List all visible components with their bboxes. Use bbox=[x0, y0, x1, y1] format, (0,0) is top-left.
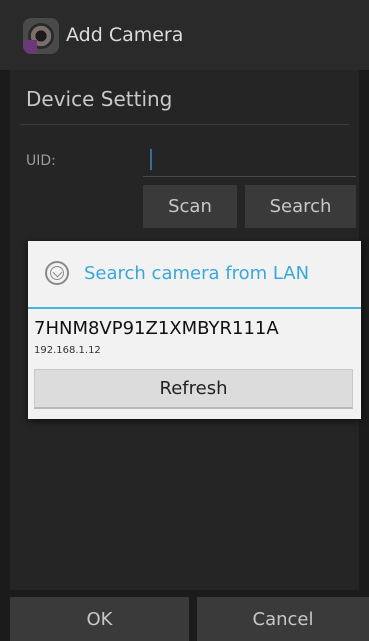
uid-input[interactable] bbox=[143, 145, 356, 177]
panel-divider bbox=[20, 124, 349, 125]
dialog-header: Search camera from LAN bbox=[28, 241, 361, 307]
camera-app-icon bbox=[23, 18, 59, 54]
device-uid: 7HNM8VP91Z1XMBYR111A bbox=[34, 318, 279, 339]
search-button[interactable]: Search bbox=[245, 185, 356, 228]
action-bar: Add Camera bbox=[0, 0, 369, 70]
search-lan-icon bbox=[45, 261, 69, 285]
uid-label: UID: bbox=[26, 153, 56, 169]
text-cursor bbox=[150, 149, 152, 170]
cancel-button[interactable]: Cancel bbox=[197, 597, 369, 641]
device-list-item[interactable]: 7HNM8VP91Z1XMBYR111A 192.168.1.12 bbox=[28, 309, 361, 365]
panel-title: Device Setting bbox=[26, 87, 173, 111]
device-ip: 192.168.1.12 bbox=[34, 345, 101, 356]
ok-button[interactable]: OK bbox=[10, 597, 189, 641]
dialog-title: Search camera from LAN bbox=[84, 263, 310, 284]
search-lan-dialog: Search camera from LAN 7HNM8VP91Z1XMBYR1… bbox=[28, 241, 361, 419]
scan-button[interactable]: Scan bbox=[143, 185, 237, 228]
action-bar-title: Add Camera bbox=[66, 24, 184, 46]
refresh-button[interactable]: Refresh bbox=[34, 369, 353, 409]
